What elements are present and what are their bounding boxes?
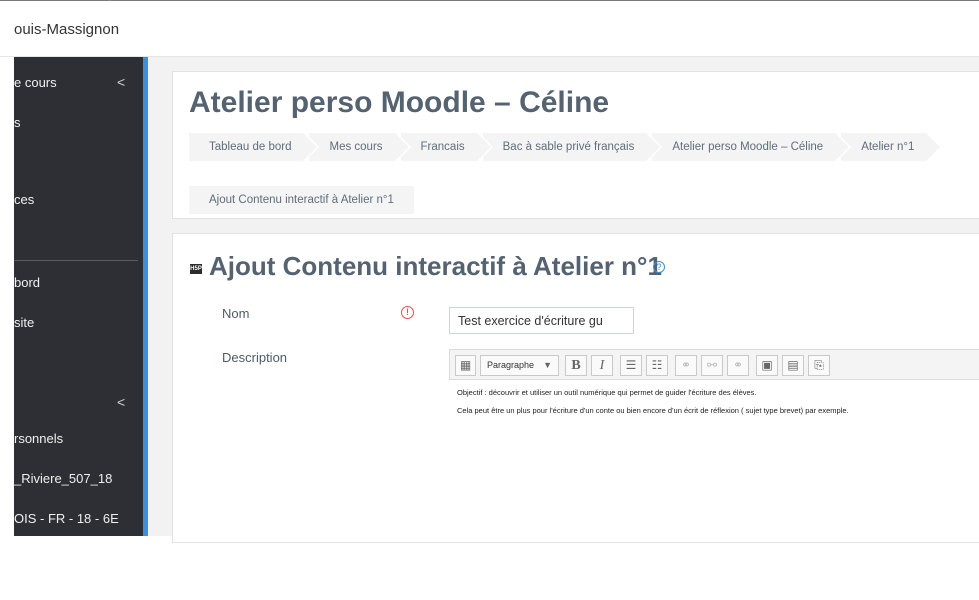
breadcrumb: Tableau de bord Mes cours Francais Bac à… [189, 133, 943, 161]
sidebar-item-personal-files[interactable]: rsonnels [14, 431, 63, 446]
breadcrumb-item-dashboard[interactable]: Tableau de bord [189, 133, 321, 161]
paragraph-style-label: Paragraphe [487, 360, 535, 370]
breadcrumb-item-my-courses[interactable]: Mes cours [309, 133, 411, 161]
required-icon: ! [401, 306, 414, 319]
numbered-list-icon[interactable]: ☷ [646, 355, 668, 376]
italic-button[interactable]: I [591, 355, 613, 376]
page-header-card: Atelier perso Moodle – Céline Tableau de… [172, 71, 979, 219]
editor-paragraph: Objectif : découvrir et utiliser un outi… [457, 388, 757, 397]
sidebar-item-participants[interactable]: s [14, 115, 21, 130]
editor-content[interactable]: Objectif : découvrir et utiliser un outi… [449, 380, 979, 510]
collapse-chevron-icon[interactable]: < [117, 74, 125, 90]
h5p-icon: H5P [190, 264, 202, 274]
sidebar-item-course-fr-6e[interactable]: OIS - FR - 18 - 6E [14, 511, 119, 526]
main-region: Atelier perso Moodle – Céline Tableau de… [148, 57, 979, 543]
anchor-icon[interactable]: ⚭ [727, 355, 749, 376]
name-input[interactable] [449, 307, 634, 334]
sidebar-item-course-riviere[interactable]: _Riviere_507_18 [14, 471, 112, 486]
sidebar-item-site-home[interactable]: site [14, 315, 34, 330]
form-title: Ajout Contenu interactif à Atelier n°1 [209, 251, 662, 281]
paragraph-style-select[interactable]: Paragraphe ▼ [480, 355, 559, 376]
site-header: ouis-Massignon [0, 1, 979, 57]
sidebar-divider [14, 260, 138, 261]
sidebar-item-course[interactable]: e cours [14, 75, 57, 90]
breadcrumb-item-francais[interactable]: Francais [400, 133, 493, 161]
editor-paragraph: Cela peut être un plus pour l'écriture d… [457, 406, 849, 415]
media-icon[interactable]: ▤ [782, 355, 804, 376]
chevron-down-icon: ▼ [543, 360, 552, 370]
site-name-link[interactable]: ouis-Massignon [14, 21, 119, 38]
name-label: Nom [222, 306, 250, 321]
breadcrumb-item-course[interactable]: Atelier perso Moodle – Céline [652, 133, 852, 161]
manage-files-icon[interactable]: ⎘ [808, 355, 830, 376]
nav-drawer: e cours < s ces bord site < rsonnels _Ri… [14, 57, 148, 536]
bold-button[interactable]: B [565, 355, 587, 376]
collapse-chevron-icon[interactable]: < [117, 394, 125, 410]
activity-form-card: H5P Ajout Contenu interactif à Atelier n… [172, 233, 979, 543]
sidebar-item-competences[interactable]: ces [14, 192, 34, 207]
breadcrumb-item-sandbox[interactable]: Bac à sable privé français [482, 133, 662, 161]
sidebar-item-dashboard[interactable]: bord [14, 275, 40, 290]
breadcrumb-item-current: Ajout Contenu interactif à Atelier n°1 [189, 186, 414, 214]
unlink-icon[interactable]: ⚯ [701, 355, 723, 376]
screen: ouis-Massignon e cours < s ces bord site… [0, 0, 979, 600]
editor-toolbar: ▦ Paragraphe ▼ B I ☰ ☷ ⚭ ⚯ ⚭ ▣ ▤ ⎘ [449, 349, 979, 380]
toolbar-toggle-icon[interactable]: ▦ [455, 355, 476, 376]
link-icon[interactable]: ⚭ [675, 355, 697, 376]
breadcrumb-item-section[interactable]: Atelier n°1 [841, 133, 943, 161]
image-icon[interactable]: ▣ [756, 355, 778, 376]
description-label: Description [222, 350, 288, 365]
page-title: Atelier perso Moodle – Céline [189, 86, 610, 119]
bullet-list-icon[interactable]: ☰ [620, 355, 642, 376]
help-icon[interactable]: ? [653, 261, 665, 273]
